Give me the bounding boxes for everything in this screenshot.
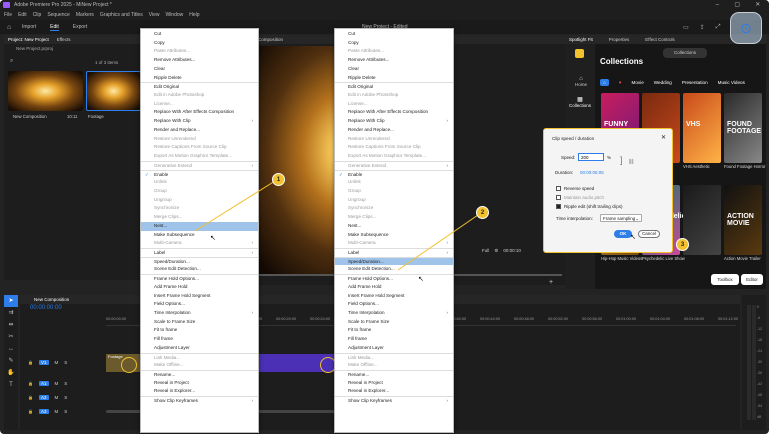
tile-title: ACTION MOVIE [727,213,754,227]
clip-speed-dialog: Clip speed / duration ✕ Speed: % ] ⛓ Dur… [543,128,673,253]
dialog-close-icon[interactable]: ✕ [661,134,666,141]
callout-1: 1 [272,173,285,186]
collection-tile[interactable]: ACTION MOVIE Action Movie Trailer [724,185,762,261]
callout-3: 3 [676,238,689,251]
checkbox-row[interactable]: Reverse speed [556,184,623,193]
dialog-checkboxes: Reverse speed Maintain audio pitch Ripple … [556,184,623,211]
mouse-cursor-icon: ↖ [210,235,216,242]
checkbox-checked[interactable] [556,204,561,209]
cancel-button[interactable]: Cancel [638,230,660,238]
dialog-title: Clip speed / duration [552,136,595,141]
interpolation-label: Time interpolation: [556,216,593,221]
speed-unit: % [607,155,612,160]
checkbox[interactable] [556,186,561,191]
duration-value[interactable]: 00:00:05:05 [580,170,604,175]
interpolation-select[interactable]: Frame sampling ⌄ [600,214,642,222]
checkbox-row[interactable]: Ripple edit (shift trailing clips) [556,202,623,211]
chevron-down-icon: ⌄ [635,216,639,221]
tile-caption: Action Movie Trailer [724,256,761,261]
lens-icon[interactable]: ⊙ [730,12,762,44]
checkbox-row[interactable]: Maintain audio pitch [556,193,623,202]
callout-2: 2 [476,206,489,219]
interpolation-value: Frame sampling [603,216,636,221]
callout-line-2 [397,214,479,271]
checkbox-label: Ripple edit (shift trailing clips) [564,204,623,209]
collection-tile[interactable]: FOUND FOOTAGE Found Footage Horror [724,93,765,169]
mouse-cursor-icon-2: ↖ [418,276,424,283]
checkbox[interactable] [556,195,561,200]
callout-line-1 [194,180,276,232]
tile-title: FOUND FOOTAGE [727,121,762,135]
speed-label: Speed: [561,155,576,160]
checkbox-label: Maintain audio pitch [564,195,605,200]
tile-caption: Found Footage Horror [724,164,766,169]
mouse-cursor-icon-3: ↖ [630,234,636,241]
chain-icon[interactable]: ⛓ [628,159,634,165]
link-icon[interactable]: ] [620,155,623,165]
premiere-window: Adobe Premiere Pro 2025 - MiNew Project … [0,0,769,434]
speed-input[interactable] [578,153,604,161]
duration-label: Duration: [555,170,574,175]
checkbox-label: Reverse speed [564,186,595,191]
